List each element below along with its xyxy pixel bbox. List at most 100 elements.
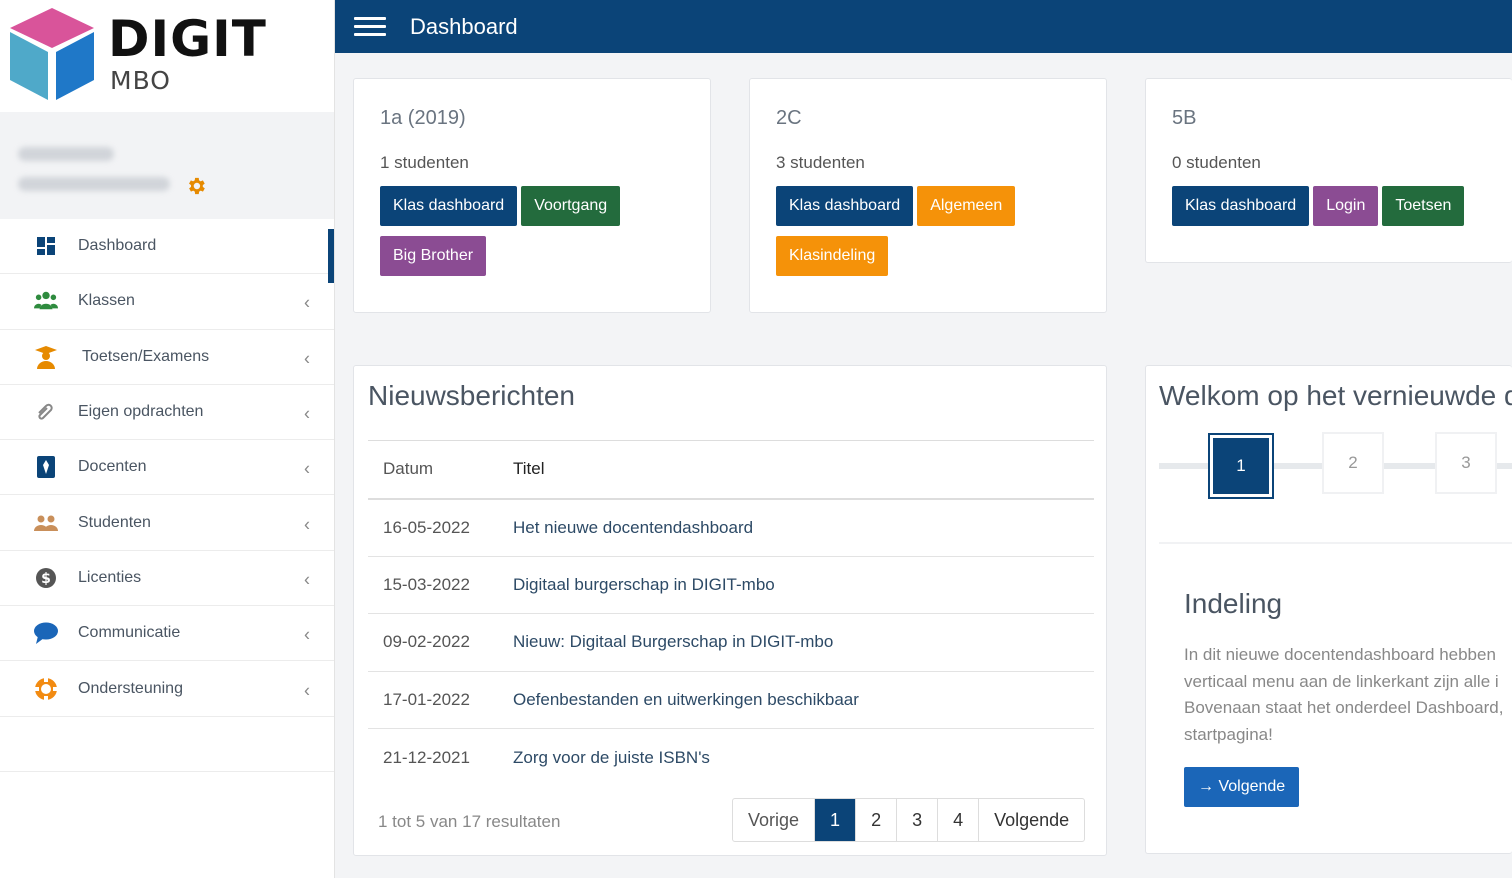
chevron-left-icon: ‹ (304, 458, 310, 479)
step-2[interactable]: 2 (1322, 432, 1384, 494)
chevron-left-icon: ‹ (304, 680, 310, 701)
welcome-panel: Welkom op het vernieuwde d 1 2 3 Indelin… (1145, 365, 1512, 854)
news-title-link[interactable]: Zorg voor de juiste ISBN's (513, 729, 1094, 787)
sidebar-item-label: Toetsen/Examens (82, 347, 210, 365)
sidebar-item-eigen-opdrachten[interactable]: Eigen opdrachten ‹ (0, 385, 334, 441)
pagination-next[interactable]: Volgende (978, 799, 1084, 841)
student-count: 1 studenten (380, 153, 469, 172)
student-count: 0 studenten (1172, 153, 1261, 172)
sidebar-item-label: Ondersteuning (78, 679, 183, 697)
news-title-link[interactable]: Nieuw: Digitaal Burgerschap in DIGIT-mbo (513, 613, 1094, 672)
sidebar-item-label: Klassen (78, 292, 135, 310)
page-title: Dashboard (410, 13, 518, 39)
sidebar-spacer (0, 717, 334, 772)
big-brother-button[interactable]: Big Brother (380, 236, 487, 276)
sidebar-item-label: Communicatie (78, 624, 181, 642)
svg-text:$: $ (41, 571, 51, 587)
sidebar-item-docenten[interactable]: Docenten ‹ (0, 440, 334, 496)
sidebar-item-dashboard[interactable]: Dashboard (0, 219, 334, 284)
users-icon (34, 289, 58, 313)
divider (1159, 542, 1512, 544)
step-3[interactable]: 3 (1435, 432, 1497, 494)
sidebar-menu: Dashboard Klassen ‹ Toetsen/Examens ‹ Ei… (0, 219, 334, 772)
klas-dashboard-button[interactable]: Klas dashboard (776, 186, 914, 226)
news-title: Nieuwsberichten (368, 380, 575, 411)
sidebar-item-label: Licenties (78, 568, 142, 586)
dollar-icon: $ (34, 566, 58, 590)
sidebar-item-communicatie[interactable]: Communicatie ‹ (0, 606, 334, 662)
sidebar-item-licenties[interactable]: $ Licenties ‹ (0, 551, 334, 607)
next-button[interactable]: → Volgende (1184, 767, 1300, 807)
sidebar-item-label: Studenten (78, 513, 151, 531)
klas-dashboard-button[interactable]: Klas dashboard (1172, 186, 1310, 226)
logo-title: DIGIT (108, 10, 267, 68)
table-row[interactable]: 09-02-2022 Nieuw: Digitaal Burgerschap i… (368, 613, 1094, 672)
table-row[interactable]: 15-03-2022 Digitaal burgerschap in DIGIT… (368, 556, 1094, 614)
chevron-left-icon: ‹ (304, 293, 310, 314)
news-panel: Nieuwsberichten Datum Titel 16-05-2022 H… (353, 365, 1107, 856)
table-row[interactable]: 17-01-2022 Oefenbestanden en uitwerkinge… (368, 671, 1094, 729)
pagination-page-1[interactable]: 1 (814, 799, 856, 841)
login-button[interactable]: Login (1313, 186, 1379, 226)
voortgang-button[interactable]: Voortgang (521, 186, 621, 226)
news-title-link[interactable]: Het nieuwe docentendashboard (513, 498, 1094, 557)
sidebar-item-label: Eigen opdrachten (78, 403, 204, 421)
sidebar-item-toetsen-examens[interactable]: Toetsen/Examens ‹ (0, 330, 334, 385)
news-date: 09-02-2022 (368, 613, 513, 672)
hamburger-menu-icon[interactable] (354, 12, 386, 41)
lifebuoy-icon (34, 676, 58, 701)
news-date: 17-01-2022 (368, 671, 513, 729)
chevron-left-icon: ‹ (304, 514, 310, 535)
student-count: 3 studenten (776, 153, 865, 172)
pagination-page-4[interactable]: 4 (937, 799, 978, 841)
column-header-titel[interactable]: Titel (513, 440, 1094, 500)
class-name: 2C (776, 107, 802, 129)
table-row[interactable]: 16-05-2022 Het nieuwe docentendashboard (368, 498, 1094, 557)
chevron-left-icon: ‹ (304, 403, 310, 424)
class-card: 1a (2019) 1 studenten Klas dashboard Voor… (353, 78, 711, 313)
chevron-left-icon: ‹ (304, 624, 310, 645)
news-date: 16-05-2022 (368, 498, 513, 557)
class-card: 5B 0 studenten Klas dashboard Login Toetse… (1145, 78, 1512, 263)
table-row[interactable]: 21-12-2021 Zorg voor de juiste ISBN's (368, 729, 1094, 787)
column-header-datum[interactable]: Datum (368, 440, 513, 500)
top-bar: Dashboard (335, 0, 1512, 53)
text-line: In dit nieuwe docentendashboard hebben (1184, 645, 1496, 664)
klas-dashboard-button[interactable]: Klas dashboard (380, 186, 518, 226)
sidebar-item-label: Docenten (78, 458, 147, 476)
cube-logo-icon (10, 8, 94, 100)
sidebar: DIGIT MBO Dashboard Klassen ‹ Toetsen/Ex… (0, 0, 335, 878)
news-title-link[interactable]: Digitaal burgerschap in DIGIT-mbo (513, 556, 1094, 614)
welcome-title: Welkom op het vernieuwde d (1159, 380, 1512, 411)
class-name: 1a (2019) (380, 107, 466, 129)
gear-icon[interactable] (185, 175, 207, 201)
text-line: verticaal menu aan de linkerkant zijn al… (1184, 671, 1499, 691)
news-date: 21-12-2021 (383, 747, 470, 767)
results-count: 1 tot 5 van 17 resultaten (378, 812, 561, 831)
text-line: Bovenaan staat het onderdeel Dashboard, (1184, 698, 1504, 717)
class-name: 5B (1172, 107, 1197, 129)
sidebar-item-klassen[interactable]: Klassen ‹ (0, 274, 334, 330)
sidebar-item-studenten[interactable]: Studenten ‹ (0, 495, 334, 551)
toetsen-button[interactable]: Toetsen (1382, 186, 1465, 226)
sidebar-item-label: Dashboard (78, 237, 157, 255)
section-title: Indeling (1184, 588, 1283, 619)
logo[interactable]: DIGIT MBO (0, 0, 334, 112)
chevron-left-icon: ‹ (304, 348, 310, 369)
section-text: In dit nieuwe docentendashboard hebben v… (1184, 642, 1512, 748)
news-title-link[interactable]: Oefenbestanden en uitwerkingen beschikba… (513, 671, 1094, 729)
algemeen-button[interactable]: Algemeen (917, 186, 1016, 226)
sidebar-item-ondersteuning[interactable]: Ondersteuning ‹ (0, 661, 334, 717)
klasindeling-button[interactable]: Klasindeling (776, 236, 889, 276)
graduate-icon (34, 345, 58, 369)
dashboard-icon (34, 234, 58, 258)
students-icon (34, 511, 58, 535)
news-date: 15-03-2022 (368, 556, 513, 614)
class-card: 2C 3 studenten Klas dashboard Algemeen Kl… (749, 78, 1107, 313)
logo-subtitle: MBO (110, 66, 171, 95)
blurred-user-name (18, 147, 114, 161)
pagination-page-3[interactable]: 3 (896, 799, 937, 841)
step-1[interactable]: 1 (1210, 435, 1272, 497)
pagination-page-2[interactable]: 2 (855, 799, 896, 841)
pagination-previous[interactable]: Vorige (733, 799, 814, 841)
